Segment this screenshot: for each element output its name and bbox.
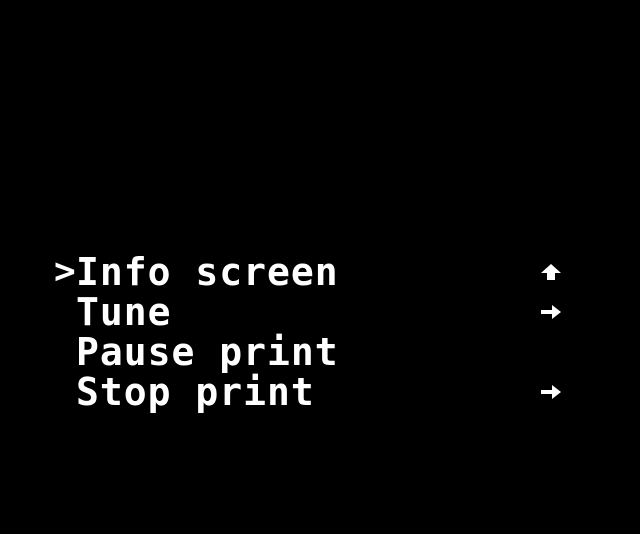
right-arrow-icon <box>536 372 566 412</box>
menu-item-label: Pause print <box>76 330 339 374</box>
menu-item-label: Tune <box>76 290 172 334</box>
lcd-screen: > Info screen Tune Pause print Stop prin… <box>0 0 640 480</box>
menu-item-label: Info screen <box>76 250 339 294</box>
menu-item-pause-print[interactable]: Pause print <box>52 332 582 372</box>
selection-cursor: > <box>54 251 77 292</box>
menu-item-tune[interactable]: Tune <box>52 292 582 332</box>
right-arrow-icon <box>536 292 566 332</box>
main-menu: > Info screen Tune Pause print Stop prin… <box>52 252 582 412</box>
menu-item-stop-print[interactable]: Stop print <box>52 372 582 412</box>
up-arrow-icon <box>536 252 566 292</box>
menu-item-label: Stop print <box>76 370 315 414</box>
menu-item-info-screen[interactable]: > Info screen <box>52 252 582 292</box>
